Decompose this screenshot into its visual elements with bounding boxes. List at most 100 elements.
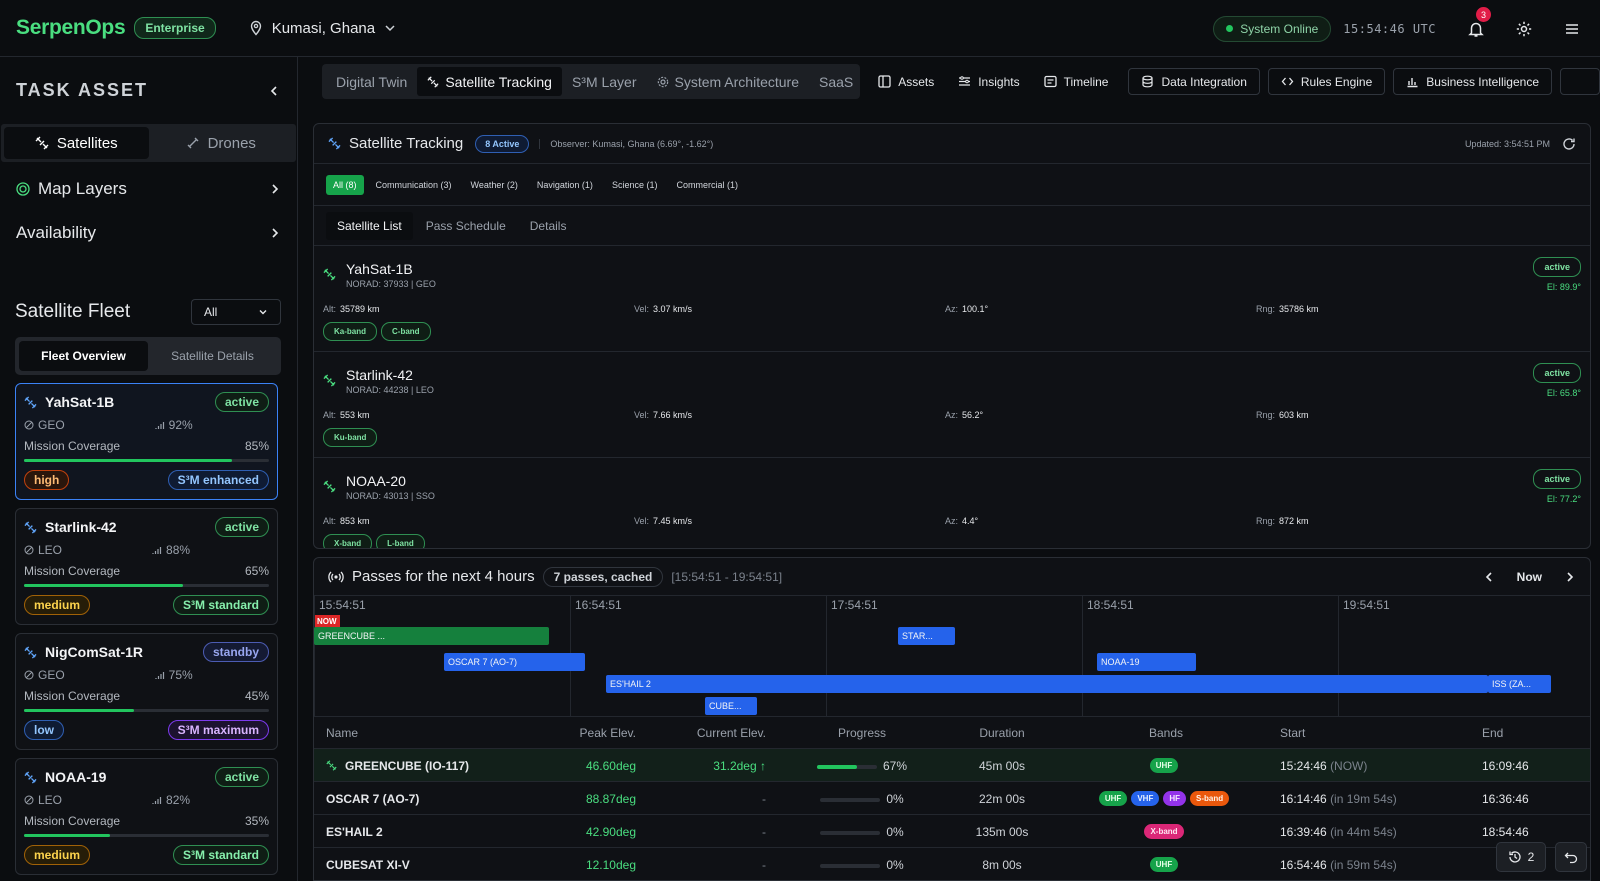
location-selector[interactable]: Kumasi, Ghana <box>248 20 397 37</box>
overflow-nav-button[interactable] <box>1560 68 1600 95</box>
notifications-button[interactable]: 3 <box>1452 0 1500 57</box>
timeline-pass-bar[interactable]: NOAA-19 <box>1097 653 1196 671</box>
satellite-row[interactable]: NOAA-20 NORAD: 43013 | SSO active El: 77.2°… <box>314 458 1590 548</box>
timeline-pass-bar[interactable]: STAR... <box>898 627 955 645</box>
satellite-row[interactable]: YahSat-1B NORAD: 37933 | GEO active El: 89.… <box>314 246 1590 352</box>
card-footer: high S³M enhanced <box>24 470 269 490</box>
stat-rng: Rng: 603 km <box>1256 410 1309 420</box>
tab-satellite-list[interactable]: Satellite List <box>326 211 413 240</box>
band-badge: X-band <box>323 534 373 548</box>
assets-button[interactable]: Assets <box>866 68 946 95</box>
timeline-pass-bar[interactable]: OSCAR 7 (AO-7) <box>444 653 585 671</box>
menu-button[interactable] <box>1548 0 1596 57</box>
app-logo[interactable]: SerpenOps <box>16 16 126 40</box>
rules-engine-button[interactable]: Rules Engine <box>1267 68 1386 95</box>
tab-digital-twin[interactable]: Digital Twin <box>326 67 417 96</box>
timeline-button[interactable]: Timeline <box>1032 68 1121 95</box>
passes-header: Passes for the next 4 hours 7 passes, ca… <box>314 558 1590 596</box>
card-meta: GEO 75% <box>24 667 269 683</box>
current-elevation: 31.2deg ↑ <box>713 759 766 773</box>
tab-pass-schedule[interactable]: Pass Schedule <box>415 212 517 240</box>
undo-icon <box>1564 852 1578 864</box>
chevron-right-icon[interactable] <box>1564 571 1576 583</box>
tab-system-architecture[interactable]: System Architecture <box>647 67 810 96</box>
column-header[interactable]: Bands <box>1066 726 1266 740</box>
stat-vel: Vel: 7.45 km/s <box>634 516 692 526</box>
column-header[interactable]: End <box>1482 726 1503 740</box>
coverage-value: 35% <box>244 814 269 828</box>
fleet-card[interactable]: NigComSat-1R standby GEO 75% Mission Coverag… <box>15 633 278 750</box>
timeline-pass-bar[interactable]: ISS (ZA... <box>1488 675 1551 693</box>
tab-satellite-tracking[interactable]: Satellite Tracking <box>417 67 562 96</box>
duration: 22m 00s <box>978 792 1026 806</box>
band-list: Ka-band C-band <box>323 322 431 341</box>
tab-satellites[interactable]: Satellites <box>4 127 149 159</box>
card-title: Starlink-42 <box>24 519 117 535</box>
progress-cell: 67% <box>792 759 932 773</box>
fleet-card[interactable]: Starlink-42 active LEO 88% Mission Coverage 6… <box>15 508 278 625</box>
duration: 45m 00s <box>978 759 1026 773</box>
chevron-right-icon <box>272 228 279 238</box>
satellite-icon <box>328 137 341 150</box>
map-layers-section[interactable]: Map Layers <box>0 175 297 203</box>
refresh-icon[interactable] <box>1562 137 1576 151</box>
fleet-filter-select[interactable]: All <box>191 299 281 325</box>
table-row[interactable]: GREENCUBE (IO-117) 46.60deg 31.2deg ↑ 67% 45… <box>314 749 1590 782</box>
fleet-card[interactable]: YahSat-1B active GEO 92% Mission Coverage 85%… <box>15 383 278 500</box>
undo-button[interactable] <box>1555 842 1587 872</box>
column-header[interactable]: Duration <box>942 726 1062 740</box>
stat-value: 603 km <box>1279 410 1309 420</box>
tab-saas[interactable]: SaaS <box>809 67 860 96</box>
now-button[interactable]: Now <box>1517 570 1542 584</box>
column-header[interactable]: Name <box>326 726 358 740</box>
chevron-down-icon <box>259 310 267 315</box>
progress-value: 0% <box>886 792 904 806</box>
filter-chip[interactable]: Commercial (1) <box>669 175 745 195</box>
tab-details[interactable]: Details <box>519 212 578 240</box>
tab-s3m-layer[interactable]: S³M Layer <box>562 67 647 96</box>
timeline-pass-bar[interactable]: CUBE... <box>705 697 757 715</box>
stat-label: Vel: <box>634 516 650 526</box>
table-row[interactable]: ES'HAIL 2 42.90deg - 0% 135m 00s X-band 16:39:… <box>314 815 1590 848</box>
tick-label: 17:54:51 <box>831 598 878 612</box>
filter-chip[interactable]: All (8) <box>326 174 364 195</box>
fleet-card[interactable]: NOAA-19 active LEO 82% Mission Coverage 35% me… <box>15 758 278 875</box>
progress-bar <box>820 797 881 802</box>
tab-drones[interactable]: Drones <box>149 127 294 159</box>
s3m-badge: S³M maximum <box>167 720 269 740</box>
column-header[interactable]: Peak Elev. <box>546 726 636 740</box>
timeline-pass-bar[interactable]: GREENCUBE ... <box>314 627 549 645</box>
collapse-chevron-icon[interactable] <box>267 84 281 98</box>
column-header[interactable]: Current Elev. <box>676 726 766 740</box>
satellite-icon <box>24 645 37 659</box>
satellite-row[interactable]: Starlink-42 NORAD: 44238 | LEO active El: 6… <box>314 352 1590 458</box>
tab-fleet-overview[interactable]: Fleet Overview <box>19 341 148 371</box>
column-header[interactable]: Start <box>1280 726 1305 740</box>
settings-button[interactable] <box>1500 0 1548 57</box>
insights-button[interactable]: Insights <box>946 68 1031 95</box>
coverage-bar <box>24 834 269 837</box>
filter-chip[interactable]: Navigation (1) <box>530 175 600 195</box>
timeline-pass-bar[interactable]: ES'HAIL 2 <box>606 675 1488 693</box>
column-header[interactable]: Progress <box>792 726 932 740</box>
data-integration-button[interactable]: Data Integration <box>1128 68 1260 95</box>
progress-cell: 0% <box>792 825 932 839</box>
status-dot <box>1226 25 1234 32</box>
table-row[interactable]: OSCAR 7 (AO-7) 88.87deg - 0% 22m 00s UHF VHF HF… <box>314 782 1590 815</box>
stat-vel: Vel: 7.66 km/s <box>634 410 692 420</box>
table-row[interactable]: CUBESAT XI-V 12.10deg - 0% 8m 00s UHF 16:54:46… <box>314 848 1590 880</box>
chevron-left-icon[interactable] <box>1483 571 1495 583</box>
business-intelligence-button[interactable]: Business Intelligence <box>1393 68 1552 95</box>
timeline-tick: 17:54:51 <box>826 596 878 717</box>
history-button[interactable]: 2 <box>1496 842 1546 872</box>
coverage-label: Mission Coverage <box>24 814 121 828</box>
current-cell: 31.2deg ↑ <box>676 759 766 773</box>
filter-chip[interactable]: Weather (2) <box>464 175 525 195</box>
progress-cell: 0% <box>792 858 932 872</box>
name-cell: GREENCUBE (IO-117) <box>326 759 469 773</box>
tab-satellite-details[interactable]: Satellite Details <box>148 341 277 371</box>
filter-chip[interactable]: Science (1) <box>605 175 665 195</box>
filter-chip[interactable]: Communication (3) <box>369 175 459 195</box>
stat-value: 56.2° <box>962 410 984 420</box>
availability-section[interactable]: Availability <box>0 219 297 247</box>
